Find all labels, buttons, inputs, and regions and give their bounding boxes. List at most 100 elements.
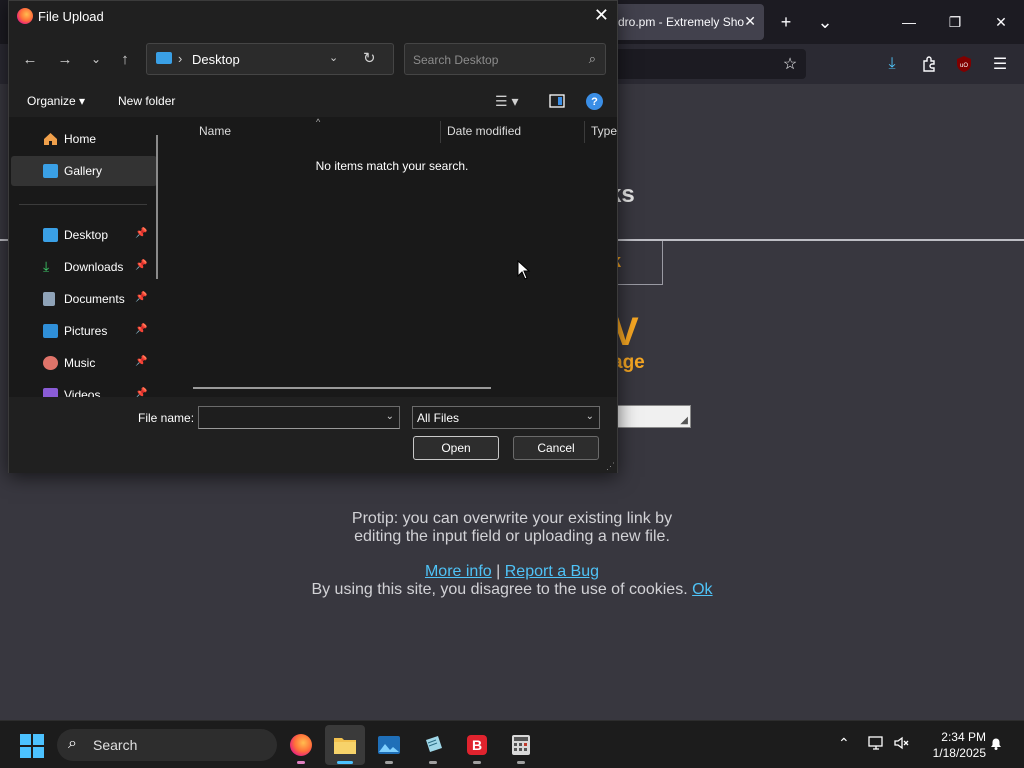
- sidebar-item-downloads[interactable]: ⤓ Downloads 📌: [11, 252, 157, 282]
- back-arrow-icon[interactable]: ←: [20, 49, 40, 69]
- column-header-type[interactable]: Type: [591, 124, 617, 138]
- chevron-down-icon: ⌄: [585, 411, 594, 422]
- protip-text: Protip: you can overwrite your existing …: [300, 510, 724, 546]
- tab-list-button[interactable]: ⌄: [811, 8, 839, 36]
- app-menu-icon[interactable]: ☰: [988, 52, 1012, 76]
- file-type-value: All Files: [417, 411, 460, 425]
- system-clock[interactable]: 2:34 PM 1/18/2025: [918, 729, 986, 761]
- cookie-ok-link[interactable]: Ok: [692, 581, 712, 598]
- recent-locations-icon[interactable]: ⌄: [86, 49, 106, 69]
- close-window-button[interactable]: ✕: [978, 0, 1024, 44]
- clock-time: 2:34 PM: [941, 730, 986, 744]
- clock-date: 1/18/2025: [932, 746, 986, 760]
- pin-icon[interactable]: 📌: [135, 324, 147, 335]
- pin-icon[interactable]: 📌: [135, 228, 147, 239]
- breadcrumb-separator: ›: [178, 51, 183, 66]
- downloads-icon: ⤓: [43, 258, 50, 274]
- restore-button[interactable]: ❐: [932, 0, 978, 44]
- home-icon: [43, 132, 58, 146]
- forward-arrow-icon[interactable]: →: [55, 49, 75, 69]
- chevron-down-icon[interactable]: ⌄: [386, 411, 394, 422]
- address-dropdown-icon[interactable]: ⌄: [329, 51, 338, 64]
- file-type-select[interactable]: All Files ⌄: [412, 406, 600, 429]
- windows-start-icon[interactable]: [20, 734, 44, 758]
- view-options-icon[interactable]: ☰ ▾: [495, 91, 518, 111]
- search-input[interactable]: [413, 51, 573, 69]
- dialog-footer: File name: ⌄ All Files ⌄ Open Cancel ⋰: [9, 397, 617, 473]
- help-icon[interactable]: ?: [586, 93, 603, 110]
- photos-icon[interactable]: [369, 725, 409, 765]
- taskbar-search[interactable]: ⌕ Search: [57, 729, 277, 761]
- show-hidden-icons-icon[interactable]: ⌃: [838, 735, 850, 752]
- up-arrow-icon[interactable]: ↑: [115, 49, 135, 69]
- column-header-name[interactable]: Name: [199, 124, 231, 138]
- pin-icon[interactable]: 📌: [135, 292, 147, 303]
- sidebar-item-pictures[interactable]: Pictures 📌: [11, 316, 157, 346]
- file-explorer-icon[interactable]: [325, 725, 365, 765]
- horizontal-scrollbar[interactable]: [193, 387, 491, 389]
- bookmark-star-icon[interactable]: ☆: [778, 52, 802, 76]
- column-separator[interactable]: [584, 121, 585, 143]
- sidebar-item-music[interactable]: Music 📌: [11, 348, 157, 378]
- tab-close-icon[interactable]: ✕: [744, 13, 756, 30]
- tab-title: dro.pm - Extremely Sho: [618, 15, 745, 29]
- column-header-date-modified[interactable]: Date modified: [447, 124, 521, 138]
- more-info-link[interactable]: More info: [425, 563, 492, 580]
- sidebar-item-documents[interactable]: Documents 📌: [11, 284, 157, 314]
- dialog-title-bar[interactable]: File Upload ✕: [9, 1, 617, 33]
- file-list: ^ Name Date modified Type No items match…: [165, 117, 617, 397]
- taskbar: ⌕ Search B ⌃ 2:34 PM 1/18/2025: [0, 720, 1024, 768]
- column-separator[interactable]: [440, 121, 441, 143]
- search-icon: ⌕: [68, 735, 77, 752]
- new-tab-button[interactable]: +: [772, 8, 800, 36]
- browser-tab[interactable]: dro.pm - Extremely Sho ✕: [604, 4, 764, 40]
- refresh-icon[interactable]: ↻: [363, 49, 376, 67]
- pin-icon[interactable]: 📌: [135, 260, 147, 271]
- organize-button[interactable]: Organize ▾: [27, 94, 85, 108]
- preview-pane-icon[interactable]: [549, 91, 565, 111]
- protip-line-2: editing the input field or uploading a n…: [354, 528, 670, 545]
- breadcrumb-desktop[interactable]: Desktop: [192, 52, 240, 67]
- ublock-origin-icon[interactable]: uO: [952, 52, 976, 76]
- search-icon: ⌕: [588, 51, 596, 66]
- pictures-icon: [43, 324, 58, 338]
- cancel-button[interactable]: Cancel: [513, 436, 599, 460]
- extensions-icon[interactable]: [917, 52, 941, 76]
- sidebar-item-home[interactable]: Home: [11, 124, 157, 154]
- open-button[interactable]: Open: [413, 436, 499, 460]
- notepad-icon[interactable]: [413, 725, 453, 765]
- notification-bell-icon[interactable]: [988, 735, 1004, 754]
- report-bug-link[interactable]: Report a Bug: [505, 563, 599, 580]
- file-name-input[interactable]: [203, 410, 373, 425]
- sidebar-item-desktop[interactable]: Desktop 📌: [11, 220, 157, 250]
- address-bar[interactable]: › Desktop ⌄ ↻: [146, 43, 394, 75]
- new-folder-button[interactable]: New folder: [118, 94, 175, 108]
- sidebar-item-videos[interactable]: Videos 📌: [11, 380, 157, 397]
- network-icon[interactable]: [867, 735, 885, 754]
- desktop-folder-icon: [156, 52, 172, 64]
- volume-muted-icon[interactable]: [893, 735, 911, 754]
- sidebar-scrollbar[interactable]: [156, 135, 158, 279]
- firefox-icon[interactable]: [281, 725, 321, 765]
- sidebar-item-label: Documents: [64, 292, 125, 306]
- pin-icon[interactable]: 📌: [135, 356, 147, 367]
- sidebar-item-label: Gallery: [64, 164, 103, 178]
- sidebar-item-label: Videos: [64, 388, 101, 397]
- dialog-close-button[interactable]: ✕: [594, 5, 609, 26]
- taskbar-search-label: Search: [93, 737, 138, 753]
- search-box[interactable]: ⌕: [404, 43, 606, 75]
- svg-text:uO: uO: [960, 63, 968, 69]
- calculator-icon[interactable]: [501, 725, 541, 765]
- svg-text:B: B: [472, 737, 482, 753]
- downloads-icon[interactable]: ⤓: [880, 52, 904, 76]
- navigation-pane: Home Gallery Desktop 📌 ⤓ Downloads 📌 Doc…: [9, 117, 165, 397]
- resize-grip-icon[interactable]: ◢: [680, 415, 688, 426]
- pin-icon[interactable]: 📌: [135, 388, 147, 397]
- sidebar-item-gallery[interactable]: Gallery: [11, 156, 157, 186]
- brave-icon[interactable]: B: [457, 725, 497, 765]
- sidebar-item-label: Downloads: [64, 260, 124, 274]
- link-input-field[interactable]: ◢: [612, 405, 691, 428]
- minimize-button[interactable]: —: [886, 0, 932, 44]
- file-name-combobox[interactable]: ⌄: [198, 406, 400, 429]
- resize-grip-icon[interactable]: ⋰: [606, 461, 615, 472]
